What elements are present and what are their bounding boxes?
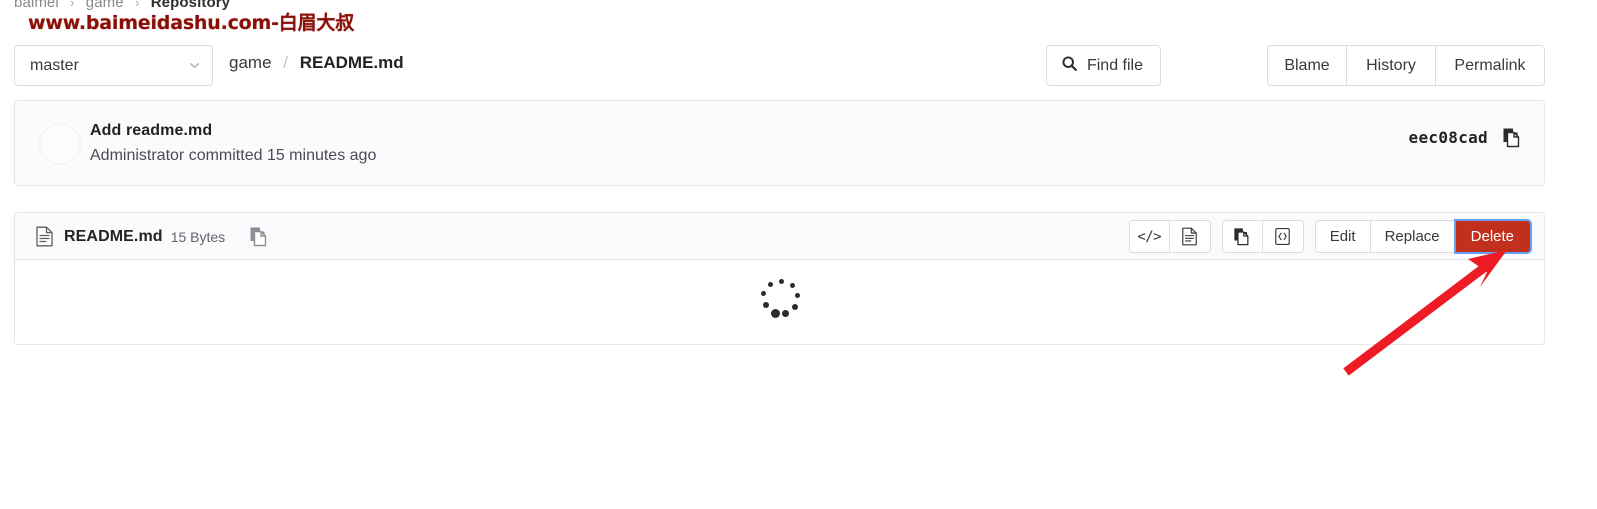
- watermark-text: www.baimeidashu.com-白眉大叔: [28, 12, 354, 34]
- file-identity: README.md 15 Bytes: [35, 213, 269, 260]
- replace-button[interactable]: Replace: [1370, 220, 1455, 253]
- file-action-bar: </> Edit Replace Delete: [1128, 219, 1533, 254]
- delete-button[interactable]: Delete: [1453, 219, 1533, 254]
- commit-sha-group: eec08cad: [1409, 127, 1522, 148]
- avatar: [39, 123, 81, 165]
- display-rendered-button[interactable]: [1169, 220, 1211, 253]
- file-edit-group: Edit Replace Delete: [1314, 219, 1533, 254]
- document-icon: [35, 226, 54, 247]
- path-filename: README.md: [299, 53, 404, 72]
- copy-icon: [1233, 227, 1251, 246]
- copy-path-icon[interactable]: [249, 226, 269, 247]
- copy-contents-button[interactable]: [1221, 220, 1263, 253]
- copy-icon[interactable]: [1502, 127, 1522, 148]
- commit-summary: Add readme.md Administrator committed 15…: [90, 120, 376, 167]
- branch-selector[interactable]: master: [14, 45, 213, 86]
- edit-button[interactable]: Edit: [1314, 220, 1371, 253]
- chevron-down-icon: [188, 59, 201, 72]
- path-separator: /: [283, 53, 288, 72]
- web-ide-icon: [1274, 227, 1291, 246]
- file-copy-open-group: [1221, 220, 1304, 253]
- find-file-button[interactable]: Find file: [1045, 45, 1161, 86]
- file-toolbar: master game / README.md Find file Blame: [14, 45, 1545, 86]
- file-path-breadcrumb: game / README.md: [229, 53, 404, 73]
- commit-sha[interactable]: eec08cad: [1409, 128, 1488, 147]
- history-button[interactable]: History: [1347, 45, 1436, 86]
- file-header: README.md 15 Bytes </> Edit Replace Dele…: [15, 213, 1544, 260]
- path-directory[interactable]: game: [229, 53, 272, 72]
- file-content-area: [15, 260, 1544, 344]
- loading-spinner: [759, 279, 801, 321]
- file-view-mode-group: </>: [1128, 220, 1211, 253]
- file-viewer-panel: README.md 15 Bytes </> Edit Replace Dele…: [14, 212, 1545, 345]
- file-size: 15 Bytes: [170, 228, 226, 245]
- branch-selector-value: master: [30, 56, 79, 74]
- display-source-button[interactable]: </>: [1128, 220, 1170, 253]
- commit-message[interactable]: Add readme.md: [90, 120, 376, 142]
- repository-file-page: baimei › game › Repository www.baimeidas…: [0, 0, 1597, 509]
- search-icon: [1061, 55, 1078, 77]
- file-name: README.md: [64, 227, 163, 245]
- blame-button[interactable]: Blame: [1267, 45, 1347, 86]
- find-file-label: Find file: [1086, 56, 1143, 74]
- permalink-button[interactable]: Permalink: [1436, 45, 1545, 86]
- open-in-web-ide-button[interactable]: [1262, 220, 1304, 253]
- document-icon: [1181, 227, 1198, 246]
- commit-author-meta: Administrator committed 15 minutes ago: [90, 147, 377, 164]
- code-icon: </>: [1137, 228, 1162, 245]
- file-view-actions: Blame History Permalink: [1267, 45, 1545, 86]
- last-commit-panel: Add readme.md Administrator committed 15…: [14, 100, 1545, 186]
